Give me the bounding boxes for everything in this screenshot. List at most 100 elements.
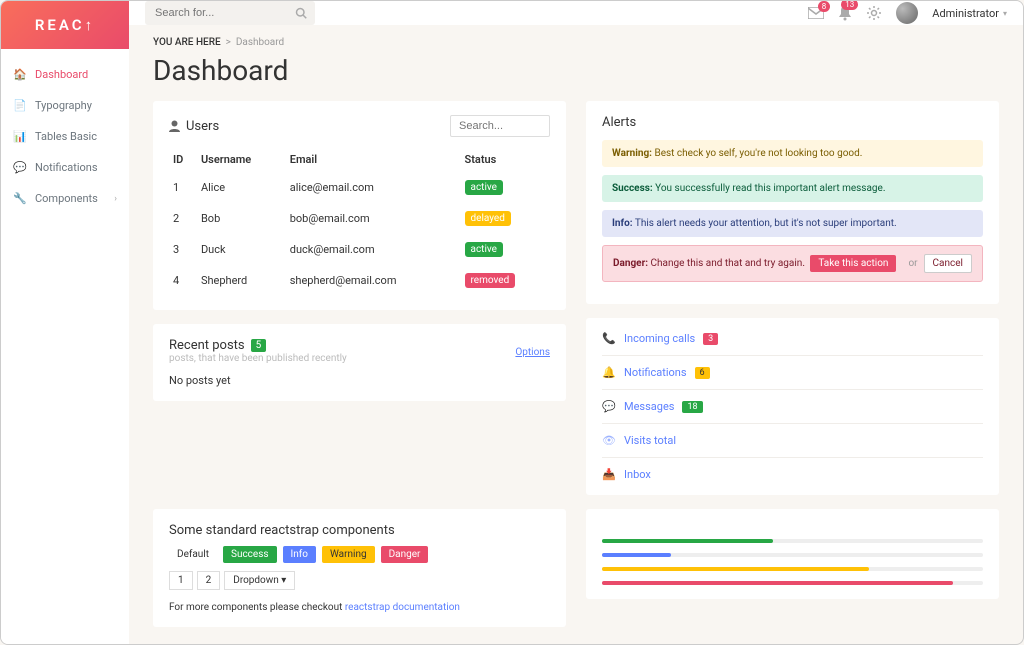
quicklink-label: Notifications <box>624 366 687 379</box>
sidebar-item-typography[interactable]: 📄 Typography <box>1 90 129 121</box>
mail-icon[interactable]: 8 <box>808 7 824 19</box>
page-2[interactable]: 2 <box>197 571 221 590</box>
user-menu[interactable]: Administrator ▾ <box>932 7 1007 20</box>
main: 8 13 Administrator ▾ YOU ARE HERE <box>129 1 1023 644</box>
tag-danger[interactable]: Danger <box>381 546 429 563</box>
quicklink-incoming-calls[interactable]: 📞 Incoming calls 3 <box>602 322 983 356</box>
user-icon <box>169 120 180 132</box>
reactstrap-doc-link[interactable]: reactstrap documentation <box>345 602 460 613</box>
quicklink-messages[interactable]: 💬Messages18 <box>602 390 983 424</box>
user-name: Administrator <box>932 7 999 20</box>
quicklink-icon: 👁 <box>602 434 616 447</box>
sidebar-item-label: Tables Basic <box>35 130 97 143</box>
quicklink-label: Incoming calls <box>624 332 695 345</box>
components-card: Some standard reactstrap components Defa… <box>153 509 566 627</box>
sidebar-item-components[interactable]: 🔧 Components › <box>1 183 129 214</box>
tags-row: Default Success Info Warning Danger <box>169 546 550 563</box>
mail-badge: 8 <box>818 1 831 12</box>
sidebar: REAC↑ 🏠 Dashboard 📄 Typography 📊 Tables Basic… <box>1 1 129 644</box>
nav-icon: 💬 <box>13 161 27 174</box>
quicklink-icon: 📥 <box>602 468 616 481</box>
quicklink-icon: 💬 <box>602 400 616 413</box>
recent-count-badge: 5 <box>251 339 267 352</box>
alerts-card: Alerts Warning: Best check yo self, you'… <box>586 101 999 304</box>
sidebar-item-dashboard[interactable]: 🏠 Dashboard <box>1 59 129 90</box>
chevron-right-icon: › <box>114 194 117 204</box>
recent-options-link[interactable]: Options <box>515 347 550 358</box>
status-badge: delayed <box>465 211 511 226</box>
logo: REAC↑ <box>1 1 129 49</box>
progress-bar <box>602 539 983 543</box>
sidebar-item-label: Components <box>35 192 98 205</box>
global-search <box>145 1 315 25</box>
components-footer: For more components please checkout reac… <box>169 602 550 613</box>
gear-icon[interactable] <box>866 5 882 21</box>
breadcrumb-current: Dashboard <box>236 37 284 48</box>
tag-info[interactable]: Info <box>283 546 316 563</box>
recent-subtitle: posts, that have been published recently <box>169 353 347 364</box>
table-row: 2Bobbob@email.comdelayed <box>169 203 550 234</box>
alert-success: Success: You successfully read this impo… <box>602 175 983 202</box>
users-card-title: Users <box>169 119 219 134</box>
page-1[interactable]: 1 <box>169 571 193 590</box>
recent-empty: No posts yet <box>169 374 550 387</box>
quicklink-notifications[interactable]: 🔔 Notifications 6 <box>602 356 983 390</box>
nav: 🏠 Dashboard 📄 Typography 📊 Tables Basic 💬 Notif… <box>1 49 129 214</box>
th-username: Username <box>197 147 286 172</box>
tag-default[interactable]: Default <box>169 546 217 563</box>
users-search-input[interactable] <box>450 115 550 137</box>
search-input[interactable] <box>145 1 315 25</box>
tag-success[interactable]: Success <box>223 546 277 563</box>
take-action-button[interactable]: Take this action <box>810 255 896 272</box>
th-status: Status <box>461 147 551 172</box>
quicklink-count: 6 <box>695 367 710 379</box>
bell-badge: 13 <box>841 1 858 10</box>
nav-icon: 🔧 <box>13 192 27 205</box>
users-card: Users ID Username Email Status <box>153 101 566 310</box>
table-row: 3Duckduck@email.comactive <box>169 234 550 265</box>
tag-warning[interactable]: Warning <box>322 546 375 563</box>
sidebar-item-notifications[interactable]: 💬 Notifications <box>1 152 129 183</box>
recent-title: Recent posts 5 <box>169 338 347 353</box>
progress-card <box>586 509 999 599</box>
quicklink-label: Visits total <box>624 434 676 447</box>
quicklink-label: Messages <box>624 400 674 413</box>
cancel-button[interactable]: Cancel <box>924 254 972 273</box>
quicklink-visits-total[interactable]: 👁 Visits total <box>602 424 983 458</box>
alerts-title: Alerts <box>602 115 983 130</box>
alert-warning: Warning: Best check yo self, you're not … <box>602 140 983 167</box>
alert-danger: Danger: Change this and that and try aga… <box>602 245 983 282</box>
pager: 1 2 Dropdown ▾ <box>169 571 550 590</box>
nav-icon: 🏠 <box>13 68 27 81</box>
topbar: 8 13 Administrator ▾ <box>129 1 1023 25</box>
nav-icon: 📄 <box>13 99 27 112</box>
alert-info: Info: This alert needs your attention, b… <box>602 210 983 237</box>
users-table: ID Username Email Status 1Alicealice@ema… <box>169 147 550 296</box>
chevron-down-icon: ▾ <box>1003 9 1007 18</box>
search-icon <box>295 7 307 19</box>
quicklink-icon: 🔔 <box>602 366 616 379</box>
recent-posts-card: Recent posts 5 posts, that have been pub… <box>153 324 566 401</box>
table-row: 1Alicealice@email.comactive <box>169 172 550 203</box>
sidebar-item-tables-basic[interactable]: 📊 Tables Basic <box>1 121 129 152</box>
sidebar-item-label: Notifications <box>35 161 98 174</box>
dropdown-btn[interactable]: Dropdown ▾ <box>224 571 295 590</box>
nav-icon: 📊 <box>13 130 27 143</box>
status-badge: active <box>465 180 503 195</box>
quicklink-count: 3 <box>703 333 718 345</box>
quicklink-icon: 📞 <box>602 332 616 345</box>
th-id: ID <box>169 147 197 172</box>
bell-icon[interactable]: 13 <box>838 5 852 21</box>
table-row: 4Shepherdshepherd@email.comremoved <box>169 265 550 296</box>
status-badge: removed <box>465 273 516 288</box>
sidebar-item-label: Dashboard <box>35 68 88 81</box>
quicklink-label: Inbox <box>624 468 651 481</box>
th-email: Email <box>286 147 461 172</box>
progress-bar <box>602 581 983 585</box>
sidebar-item-label: Typography <box>35 99 92 112</box>
avatar[interactable] <box>896 2 918 24</box>
breadcrumb-prefix: YOU ARE HERE <box>153 37 221 48</box>
progress-bar <box>602 567 983 571</box>
breadcrumb-sep: > <box>226 37 231 48</box>
quicklink-inbox[interactable]: 📥 Inbox <box>602 458 983 491</box>
